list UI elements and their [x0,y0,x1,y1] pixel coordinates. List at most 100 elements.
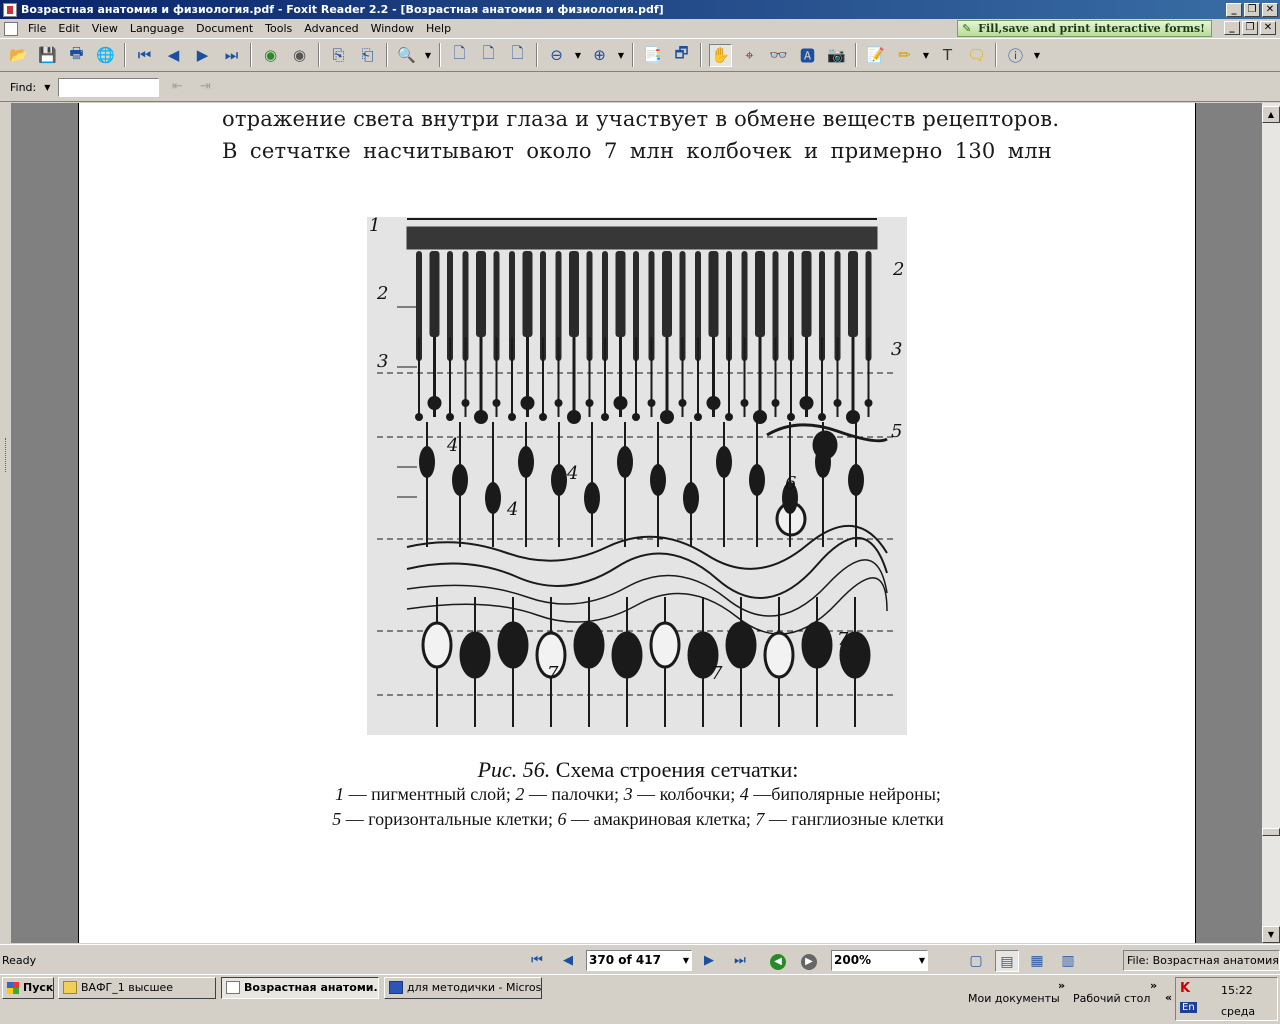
zoom-in-dropdown-icon[interactable]: ▼ [615,44,627,67]
fill-forms-promo-button[interactable]: Fill,save and print interactive forms! [957,20,1212,37]
highlight-icon[interactable]: ✏ [893,44,916,67]
quicklaunch-expand-icon[interactable]: » [1058,979,1065,992]
annotation-icon[interactable]: 📝 [864,44,887,67]
figure-label-7c: 7 [837,629,849,650]
next-page-icon[interactable]: ▶ [191,44,214,67]
status-last-page-icon[interactable]: ⏭ [730,951,750,971]
find-next-icon[interactable]: ⇥ [195,77,215,97]
zoom-dropdown-icon[interactable]: ▼ [422,44,434,67]
antivirus-icon[interactable]: K [1180,981,1190,996]
status-first-page-icon[interactable]: ⏮ [527,951,547,971]
status-forward-icon[interactable]: ▶ [801,954,817,970]
menu-advanced[interactable]: Advanced [298,19,364,38]
single-page-layout-icon[interactable]: ▢ [964,950,988,972]
first-page-icon[interactable]: ⏮ [133,44,156,67]
start-button[interactable]: Пуск [2,977,54,999]
last-page-icon[interactable]: ⏭ [220,44,243,67]
maximize-button[interactable]: ❐ [1244,2,1260,17]
find-input[interactable] [58,77,160,97]
navigation-panel-splitter[interactable] [0,103,12,943]
taskbar-item-word[interactable]: для методички - Micros... [384,977,542,999]
find-previous-icon[interactable]: ⇤ [167,77,187,97]
status-previous-page-icon[interactable]: ◀ [558,951,578,971]
typewriter-icon[interactable]: T [936,44,959,67]
bookmark-panel-icon[interactable]: 📑 [641,44,664,67]
menu-view[interactable]: View [86,19,124,38]
rotate-left-icon[interactable]: ⎘ [327,44,350,67]
zoom-level-field[interactable]: 200% ▼ [831,950,928,971]
legend-text: — пигментный слой; [344,784,516,804]
zoom-dropdown-arrow-icon[interactable]: ▼ [919,951,925,970]
page-dropdown-icon[interactable]: ▼ [683,951,689,970]
zoom-tool-icon[interactable]: 🔍 [395,44,418,67]
document-viewport[interactable]: отражение света внутри глаза и участвует… [0,103,1262,943]
vertical-scrollbar[interactable]: ▲ ▼ [1262,103,1280,943]
menu-edit[interactable]: Edit [52,19,85,38]
find-icon[interactable]: 👓 [767,44,790,67]
page-number-field[interactable]: 370 of 417 ▼ [586,950,692,971]
legend-text: — ганглиозные клетки [764,809,944,829]
menu-tools[interactable]: Tools [259,19,298,38]
doc-close-button[interactable]: ✕ [1260,21,1276,35]
document-icon[interactable] [4,21,18,36]
taskbar-item-foxit[interactable]: Возрастная анатоми... [221,977,379,999]
snapshot-icon[interactable]: 📷 [825,44,848,67]
rotate-right-icon[interactable]: ⎗ [356,44,379,67]
note-icon[interactable]: 🗨 [965,44,988,67]
foxit-app-icon[interactable] [3,2,17,17]
zoom-in-icon[interactable]: ⊕ [588,44,611,67]
fit-page-icon[interactable]: 🗋 [477,44,500,67]
my-documents-toolbar[interactable]: Мои документы [968,992,1060,1005]
scroll-thumb[interactable] [1262,828,1280,836]
photoreceptor-nucleus [833,399,842,407]
desktop-expand-icon[interactable]: » [1150,979,1157,992]
continuous-layout-icon[interactable]: ▤ [995,950,1019,972]
print-icon[interactable]: 🖶 [65,44,88,67]
bipolar-cell-body [650,464,666,496]
forward-view-icon[interactable]: ◉ [288,44,311,67]
facing-layout-icon[interactable]: ▦ [1025,950,1049,972]
status-next-page-icon[interactable]: ▶ [699,951,719,971]
file-info-panel: File: Возрастная анатомия и физиология.p… [1123,950,1280,971]
doc-minimize-button[interactable]: _ [1224,21,1240,35]
email-icon[interactable]: 🌐 [94,44,117,67]
previous-page-icon[interactable]: ◀ [162,44,185,67]
clock[interactable]: 15:22 [1221,984,1253,997]
open-folder-icon[interactable]: 📂 [7,44,30,67]
legend-number: 6 [557,809,567,829]
text-viewer-icon[interactable]: 🅰 [796,44,819,67]
minimize-button[interactable]: _ [1226,2,1242,17]
status-back-icon[interactable]: ◀ [770,954,786,970]
continuous-facing-layout-icon[interactable]: ▥ [1056,950,1080,972]
select-text-icon[interactable]: ⌖ [738,44,761,67]
close-button[interactable]: ✕ [1262,2,1278,17]
info-icon[interactable]: ⓘ [1004,44,1027,67]
language-indicator[interactable]: En [1180,1002,1197,1013]
info-dropdown-icon[interactable]: ▼ [1031,44,1043,67]
find-options-dropdown-icon[interactable]: ▼ [44,83,50,92]
actual-size-icon[interactable]: 🗋 [448,44,471,67]
highlight-dropdown-icon[interactable]: ▼ [920,44,932,67]
zoom-out-dropdown-icon[interactable]: ▼ [572,44,584,67]
full-screen-icon[interactable]: 🗗 [670,44,693,67]
fit-width-icon[interactable]: 🗋 [506,44,529,67]
scroll-up-icon[interactable]: ▲ [1262,106,1280,123]
doc-restore-button[interactable]: ❐ [1242,21,1258,35]
menu-help[interactable]: Help [420,19,457,38]
splitter-grip-icon[interactable] [5,438,7,472]
scroll-down-icon[interactable]: ▼ [1262,926,1280,943]
figure-label-2-left: 2 [376,283,388,304]
save-icon[interactable]: 💾 [36,44,59,67]
hand-tool-icon[interactable]: ✋ [709,43,732,67]
menu-language[interactable]: Language [124,19,190,38]
menu-file[interactable]: File [22,19,52,38]
menu-window[interactable]: Window [365,19,420,38]
desktop-toolbar[interactable]: Рабочий стол [1073,992,1150,1005]
zoom-out-icon[interactable]: ⊖ [545,44,568,67]
tray-expand-icon[interactable]: « [1165,991,1172,1004]
taskbar-item-folder[interactable]: ВАФГ_1 высшее [58,977,216,999]
folder-icon [63,981,77,994]
menu-document[interactable]: Document [190,19,259,38]
photoreceptor-nucleus [427,396,442,410]
back-view-icon[interactable]: ◉ [259,44,282,67]
